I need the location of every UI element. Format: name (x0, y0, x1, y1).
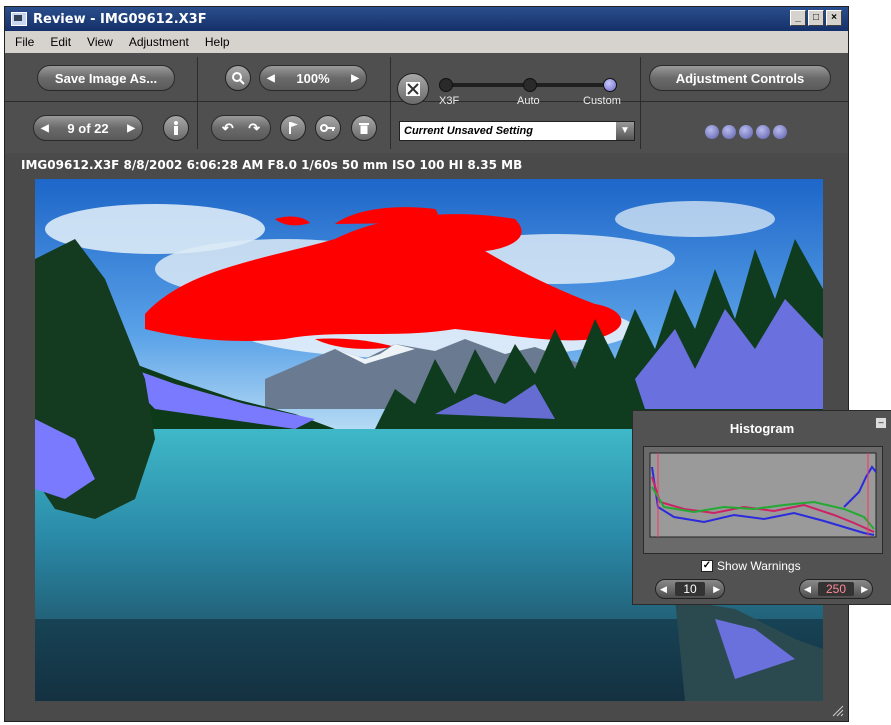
toolbar-divider (197, 57, 198, 149)
menu-view[interactable]: View (87, 35, 113, 49)
increase-high-arrow-icon[interactable]: ▶ (861, 584, 868, 595)
mode-knob-custom[interactable] (603, 78, 617, 92)
decrease-high-arrow-icon[interactable]: ◀ (804, 584, 811, 595)
key-lock-icon[interactable] (315, 115, 341, 141)
preset-dot[interactable] (773, 125, 787, 139)
preset-dot[interactable] (756, 125, 770, 139)
title-bar[interactable]: Review - IMG09612.X3F _ □ × (5, 7, 848, 31)
zoom-in-arrow-icon[interactable]: ▶ (351, 73, 359, 84)
maximize-button[interactable]: □ (808, 10, 824, 26)
app-icon (11, 12, 27, 26)
setting-select[interactable]: Current Unsaved Setting ▼ (399, 121, 635, 141)
histogram-title: Histogram (729, 421, 795, 436)
close-button[interactable]: × (826, 10, 842, 26)
high-threshold-value: 250 (817, 582, 855, 596)
low-threshold-stepper[interactable]: ◀ 10 ▶ (655, 579, 725, 599)
zoom-out-arrow-icon[interactable]: ◀ (267, 73, 275, 84)
menu-file[interactable]: File (15, 35, 34, 49)
image-info-bar: IMG09612.X3F 8/8/2002 6:06:28 AM F8.0 1/… (21, 158, 523, 172)
zoom-magnifier-icon[interactable] (225, 65, 251, 91)
histogram-panel: Histogram – ✓ Show Warnings ◀ 10 ▶ ◀ 250… (632, 410, 891, 605)
minimize-button[interactable]: _ (790, 10, 806, 26)
preset-dot[interactable] (739, 125, 753, 139)
next-image-arrow-icon[interactable]: ▶ (127, 123, 135, 134)
decrease-low-arrow-icon[interactable]: ◀ (660, 584, 667, 595)
high-threshold-stepper[interactable]: ◀ 250 ▶ (799, 579, 873, 599)
trash-icon[interactable] (351, 115, 377, 141)
menu-adjustment[interactable]: Adjustment (129, 35, 189, 49)
preset-dot[interactable] (722, 125, 736, 139)
collapse-icon[interactable]: – (875, 417, 887, 429)
histogram-curves (649, 452, 877, 538)
toolbar-divider (5, 101, 848, 102)
zoom-value: 100% (296, 70, 330, 86)
image-navigator[interactable]: ◀ 9 of 22 ▶ (33, 115, 143, 141)
mode-knob-x3f[interactable] (439, 78, 453, 92)
rotate-right-icon[interactable]: ↷ (248, 120, 260, 137)
show-warnings-checkbox[interactable]: ✓ (701, 560, 713, 572)
mode-label-x3f: X3F (439, 95, 460, 107)
show-warnings-toggle[interactable]: ✓ Show Warnings (701, 559, 801, 573)
low-threshold-value: 10 (675, 582, 705, 596)
rotate-left-icon[interactable]: ↶ (222, 120, 234, 137)
zoom-stepper[interactable]: ◀ 100% ▶ (259, 65, 367, 91)
chevron-down-icon[interactable]: ▼ (616, 122, 634, 140)
resize-grip-icon[interactable] (832, 705, 844, 717)
adjustment-presets (705, 125, 787, 139)
window-title: Review - IMG09612.X3F (33, 11, 207, 27)
menu-bar: File Edit View Adjustment Help (5, 31, 848, 53)
mode-label-auto: Auto (517, 95, 540, 107)
toolbar-divider (640, 57, 641, 149)
mode-label-custom: Custom (583, 95, 621, 107)
review-window: Review - IMG09612.X3F _ □ × File Edit Vi… (4, 6, 849, 722)
preset-dot[interactable] (705, 125, 719, 139)
increase-low-arrow-icon[interactable]: ▶ (713, 584, 720, 595)
save-image-as-button[interactable]: Save Image As... (37, 65, 175, 91)
histogram-graph (643, 446, 883, 554)
mode-knob-auto[interactable] (523, 78, 537, 92)
info-icon[interactable] (163, 115, 189, 141)
rotate-buttons: ↶ ↷ (211, 115, 271, 141)
menu-help[interactable]: Help (205, 35, 230, 49)
prev-image-arrow-icon[interactable]: ◀ (41, 123, 49, 134)
toolbar: Save Image As... ◀ 100% ▶ X3F Auto Custo… (5, 53, 848, 153)
x3f-mode-icon[interactable] (397, 73, 429, 105)
show-warnings-label: Show Warnings (717, 559, 801, 573)
adjustment-controls-button[interactable]: Adjustment Controls (649, 65, 831, 91)
image-position: 9 of 22 (67, 120, 109, 136)
setting-select-value: Current Unsaved Setting (404, 125, 533, 137)
toolbar-divider (390, 57, 391, 149)
menu-edit[interactable]: Edit (50, 35, 71, 49)
flag-icon[interactable] (280, 115, 306, 141)
